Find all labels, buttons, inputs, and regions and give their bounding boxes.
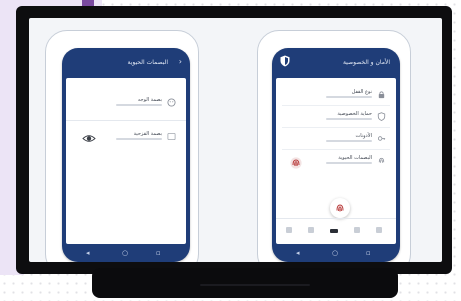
- shield-icon: [377, 112, 386, 121]
- divider: [282, 149, 390, 150]
- recents-icon[interactable]: ▫: [366, 249, 371, 257]
- list-item-label: البصمات الحيوية: [338, 155, 372, 161]
- monitor-screen: البصمات الحيوية › بصمة الوجه بصمة القزحي…: [29, 18, 442, 262]
- recents-icon[interactable]: ▫: [156, 249, 161, 257]
- left-phone-app-bar: البصمات الحيوية ›: [62, 48, 190, 78]
- divider: [276, 218, 396, 219]
- list-item-privacy[interactable]: حماية الخصوصية: [282, 110, 390, 128]
- left-phone-nav-bar: ◂ ○ ▫: [62, 244, 190, 262]
- list-item-subtitle-placeholder: [326, 96, 372, 98]
- shield-logo-icon: [280, 55, 290, 67]
- list-item-permissions[interactable]: الأذونات: [282, 132, 390, 150]
- fingerprint-fab[interactable]: [330, 198, 350, 218]
- home-icon[interactable]: ○: [332, 249, 338, 257]
- back-icon[interactable]: ◂: [86, 249, 90, 257]
- list-item-label: نوع القفل: [351, 89, 372, 95]
- lock-icon: [378, 91, 385, 99]
- list-item-subtitle-placeholder: [116, 138, 162, 140]
- list-item-subtitle-placeholder: [326, 118, 372, 120]
- list-item-subtitle-placeholder: [326, 140, 372, 142]
- list-item-label: بصمة القزحية: [133, 131, 162, 137]
- list-item-subtitle-placeholder: [116, 104, 162, 106]
- back-icon[interactable]: ◂: [296, 249, 300, 257]
- fingerprint-icon: [336, 204, 344, 212]
- fingerprint-outline-icon: [378, 157, 385, 163]
- frame-icon: [167, 132, 176, 141]
- divider: [66, 120, 186, 121]
- right-phone-nav-bar: ◂ ○ ▫: [272, 244, 400, 262]
- list-item-subtitle-placeholder: [326, 162, 372, 164]
- key-icon: [377, 136, 386, 141]
- left-phone-title: البصمات الحيوية: [127, 59, 168, 66]
- left-phone-content: بصمة الوجه بصمة القزحية: [66, 78, 186, 244]
- left-phone: البصمات الحيوية › بصمة الوجه بصمة القزحي…: [62, 48, 190, 262]
- right-phone: الأمان و الخصوصية نوع القفل حماية الخصوص…: [272, 48, 400, 262]
- right-phone-title: الأمان و الخصوصية: [342, 59, 390, 66]
- right-phone-content: نوع القفل حماية الخصوصية الأذونات البصما…: [276, 78, 396, 244]
- fingerprint-icon: [290, 157, 302, 169]
- list-item-label: بصمة الوجه: [137, 97, 162, 103]
- list-item-label: حماية الخصوصية: [337, 111, 372, 117]
- list-item-face[interactable]: بصمة الوجه: [72, 96, 180, 114]
- right-phone-app-bar: الأمان و الخصوصية: [272, 48, 400, 78]
- list-item-lock[interactable]: نوع القفل: [282, 88, 390, 106]
- back-arrow-icon[interactable]: ›: [179, 57, 182, 66]
- home-icon[interactable]: ○: [122, 249, 128, 257]
- eye-icon: [82, 135, 96, 142]
- monitor-stand-highlight: [200, 284, 310, 286]
- monitor-stand: [92, 268, 398, 298]
- face-icon: [167, 98, 176, 107]
- divider: [282, 105, 390, 106]
- divider: [282, 127, 390, 128]
- bottom-toolbar-icons: [286, 227, 382, 233]
- list-item-label: الأذونات: [355, 133, 372, 139]
